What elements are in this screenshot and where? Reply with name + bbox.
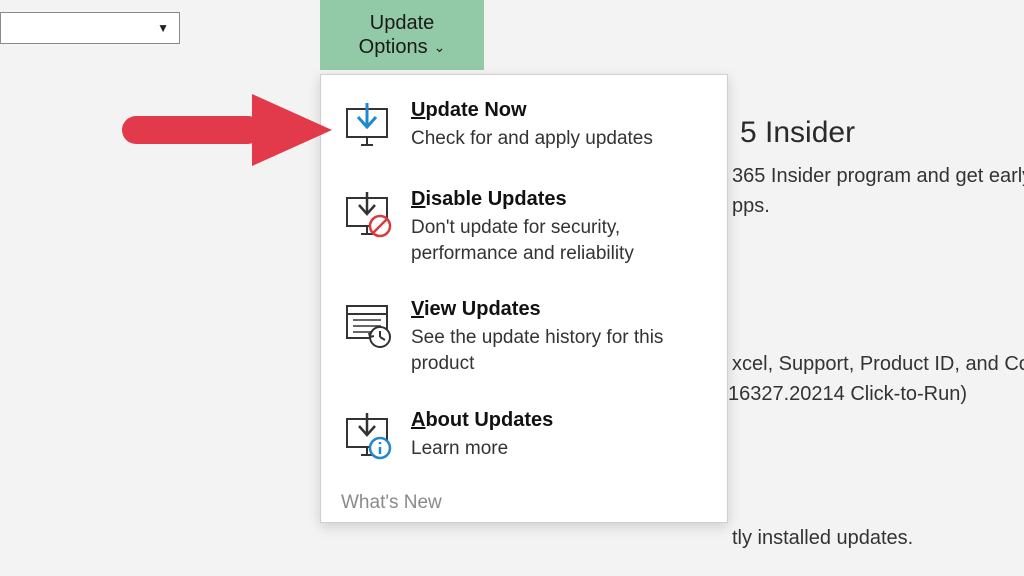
insider-line-2: pps. — [732, 192, 770, 220]
disable-updates-icon — [343, 188, 393, 266]
menu-item-view-updates[interactable]: View Updates See the update history for … — [321, 286, 727, 396]
about-line-2: 16327.20214 Click-to-Run) — [728, 380, 967, 408]
insider-heading: 5 Insider — [740, 112, 855, 154]
menu-title: Disable Updates — [411, 188, 705, 211]
update-options-label-1: Update — [370, 11, 435, 35]
menu-desc: Don't update for security, performance a… — [411, 215, 705, 266]
chevron-down-icon: ⌄ — [434, 39, 446, 56]
update-options-button[interactable]: Update Options ⌄ — [320, 0, 484, 70]
about-line-1: xcel, Support, Product ID, and Cop — [732, 350, 1024, 378]
update-options-label-2: Options ⌄ — [359, 35, 446, 59]
menu-item-about-updates[interactable]: About Updates Learn more — [321, 397, 727, 486]
view-updates-icon — [343, 298, 393, 376]
caret-down-icon: ▼ — [157, 21, 169, 35]
arrow-annotation-icon — [122, 94, 332, 166]
update-options-menu: Update Now Check for and apply updates D… — [320, 74, 728, 523]
menu-title: About Updates — [411, 409, 553, 432]
update-now-icon — [343, 99, 393, 156]
installed-line: tly installed updates. — [732, 524, 913, 552]
menu-item-disable-updates[interactable]: Disable Updates Don't update for securit… — [321, 176, 727, 286]
menu-item-update-now[interactable]: Update Now Check for and apply updates — [321, 87, 727, 176]
menu-title: View Updates — [411, 298, 705, 321]
about-updates-icon — [343, 409, 393, 466]
whats-new-label: What's New — [321, 488, 727, 514]
insider-line-1: 365 Insider program and get early a — [732, 162, 1024, 190]
menu-desc: See the update history for this product — [411, 325, 705, 376]
menu-desc: Check for and apply updates — [411, 126, 653, 152]
menu-desc: Learn more — [411, 436, 553, 462]
theme-dropdown[interactable]: ▼ — [0, 12, 180, 44]
menu-title: Update Now — [411, 99, 653, 122]
